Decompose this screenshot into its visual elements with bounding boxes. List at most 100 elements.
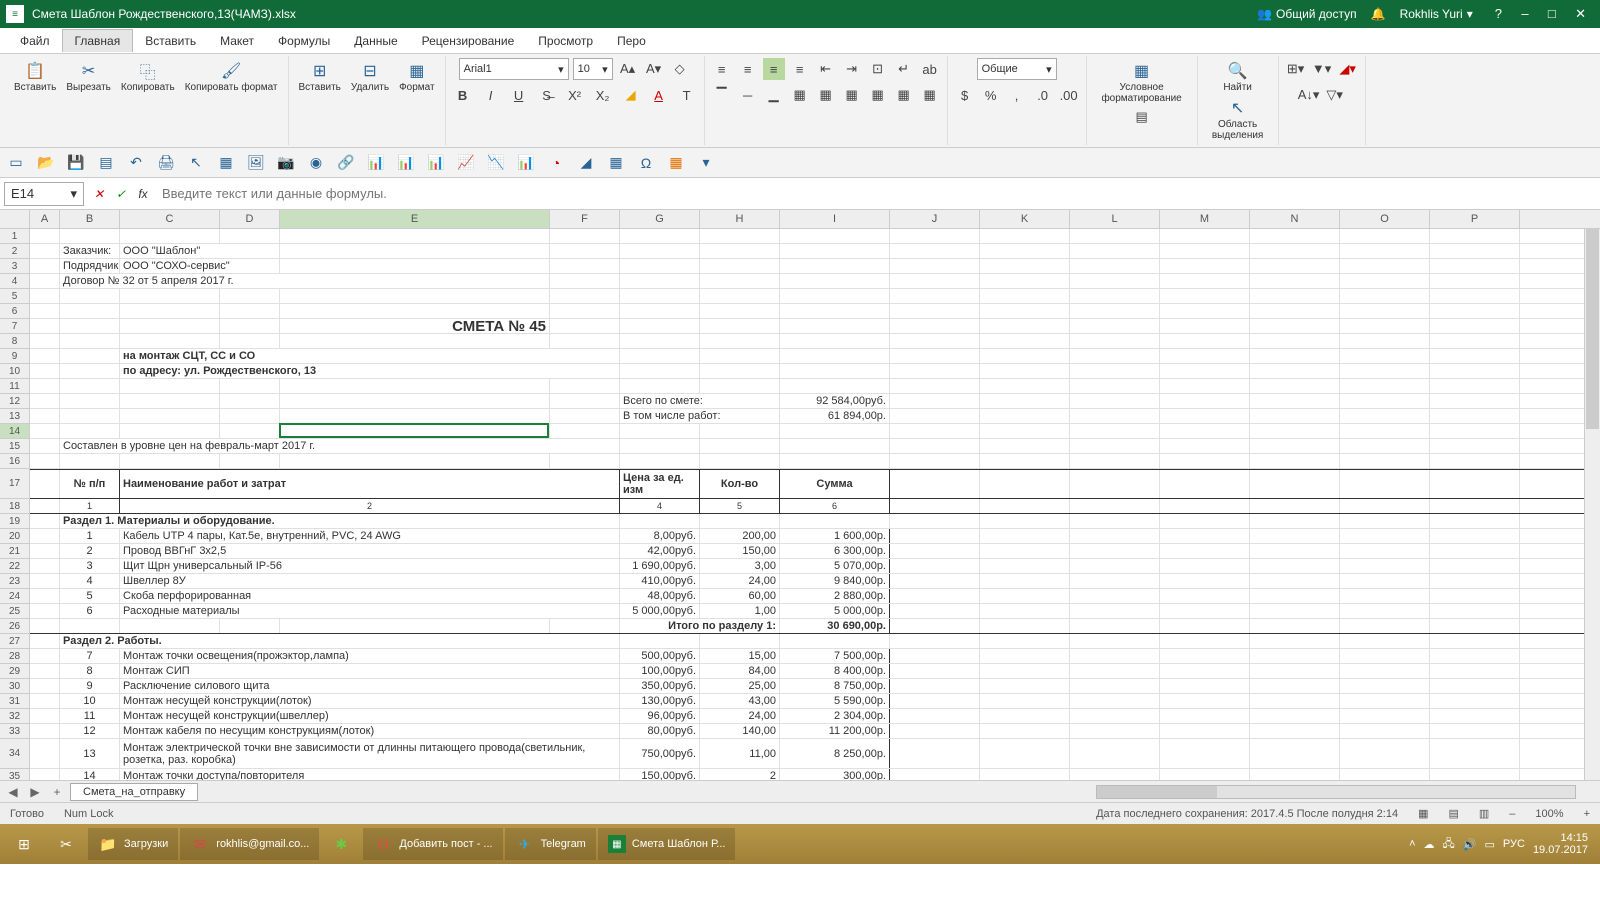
cell[interactable] <box>1160 634 1250 648</box>
chart6-icon[interactable]: 📊 <box>516 153 536 173</box>
cell[interactable] <box>890 769 980 780</box>
cell[interactable]: 2 <box>700 769 780 780</box>
cell[interactable] <box>1070 619 1160 633</box>
col-header-O[interactable]: O <box>1340 210 1430 228</box>
dec-decimal-button[interactable]: .00 <box>1058 84 1080 106</box>
cell[interactable] <box>1250 379 1340 393</box>
cell[interactable] <box>280 304 550 318</box>
cell[interactable] <box>1160 709 1250 723</box>
cell[interactable] <box>30 409 60 423</box>
cell[interactable] <box>550 289 620 303</box>
tray-battery-icon[interactable]: ▭ <box>1485 838 1495 851</box>
cell[interactable] <box>700 259 780 273</box>
cell[interactable] <box>980 244 1070 258</box>
row-header[interactable]: 16 <box>0 454 29 469</box>
menu-review[interactable]: Рецензирование <box>410 30 527 52</box>
cell[interactable]: на монтаж СЦТ, СС и СО <box>120 349 620 363</box>
cell[interactable] <box>1430 349 1520 363</box>
cell[interactable]: 11,00 <box>700 739 780 768</box>
delete-cells-button[interactable]: ⊟Удалить <box>347 58 393 95</box>
user-menu[interactable]: Rokhlis Yuri ▾ <box>1400 7 1473 21</box>
cell[interactable] <box>1160 244 1250 258</box>
cell[interactable] <box>1160 289 1250 303</box>
cell[interactable] <box>60 319 120 333</box>
border2-button[interactable]: ▦ <box>815 84 837 106</box>
cell[interactable] <box>780 454 890 468</box>
valign-mid-button[interactable]: ─ <box>737 84 759 106</box>
cell[interactable] <box>1250 589 1340 603</box>
cell[interactable] <box>1160 454 1250 468</box>
cell[interactable] <box>980 394 1070 408</box>
save-icon[interactable]: 💾 <box>66 153 86 173</box>
cell[interactable] <box>890 259 980 273</box>
col-header-C[interactable]: C <box>120 210 220 228</box>
cell[interactable] <box>30 244 60 258</box>
tray-lang[interactable]: РУС <box>1503 838 1525 850</box>
cell[interactable] <box>700 274 780 288</box>
cell[interactable] <box>1160 319 1250 333</box>
cell[interactable] <box>120 334 220 348</box>
cell[interactable] <box>1340 724 1430 738</box>
cell[interactable] <box>1340 769 1430 780</box>
cell[interactable] <box>980 619 1070 633</box>
row-header[interactable]: 32 <box>0 709 29 724</box>
cell[interactable]: 140,00 <box>700 724 780 738</box>
border6-button[interactable]: ▦ <box>919 84 941 106</box>
cell[interactable] <box>120 409 220 423</box>
cell[interactable] <box>620 364 700 378</box>
cell[interactable] <box>120 304 220 318</box>
cell[interactable] <box>620 439 700 453</box>
cell[interactable]: 7 <box>60 649 120 663</box>
cell[interactable] <box>280 394 550 408</box>
italic-button[interactable]: I <box>480 84 502 106</box>
cell[interactable]: 6 <box>780 499 890 513</box>
cell[interactable] <box>1070 349 1160 363</box>
cell[interactable] <box>1250 259 1340 273</box>
row-header[interactable]: 23 <box>0 574 29 589</box>
cell[interactable]: 12 <box>60 724 120 738</box>
cell[interactable] <box>30 274 60 288</box>
cell[interactable] <box>980 514 1070 528</box>
cell[interactable]: 13 <box>60 739 120 768</box>
tab-prev-icon[interactable]: ◀ <box>4 785 22 799</box>
zoom-out-icon[interactable]: – <box>1509 808 1515 820</box>
tray-network-icon[interactable]: 🖧 <box>1443 835 1455 854</box>
cell[interactable]: 6 <box>60 604 120 618</box>
cell[interactable] <box>1070 289 1160 303</box>
fx-icon[interactable]: fx <box>132 183 154 205</box>
cell[interactable]: 24,00 <box>700 574 780 588</box>
cell[interactable]: 150,00 <box>700 544 780 558</box>
cell[interactable] <box>1340 709 1430 723</box>
cell[interactable] <box>30 544 60 558</box>
cell[interactable] <box>980 574 1070 588</box>
align-center-button[interactable]: ≡ <box>737 58 759 80</box>
cell[interactable] <box>700 319 780 333</box>
cell[interactable] <box>1340 619 1430 633</box>
cell[interactable]: 5 590,00р. <box>780 694 890 708</box>
cell[interactable] <box>1250 574 1340 588</box>
cell[interactable] <box>1430 439 1520 453</box>
cell[interactable] <box>700 304 780 318</box>
chart5-icon[interactable]: 📉 <box>486 153 506 173</box>
cell[interactable] <box>980 349 1070 363</box>
cell[interactable]: 130,00руб. <box>620 694 700 708</box>
cell[interactable] <box>890 709 980 723</box>
sheet-tab[interactable]: Смета_на_отправку <box>70 783 198 801</box>
cell[interactable] <box>780 379 890 393</box>
cell[interactable] <box>980 334 1070 348</box>
col-header-N[interactable]: N <box>1250 210 1340 228</box>
cell[interactable] <box>890 409 980 423</box>
cell[interactable] <box>1340 514 1430 528</box>
cell[interactable] <box>980 379 1070 393</box>
cell[interactable] <box>1160 304 1250 318</box>
cell[interactable]: 5 000,00р. <box>780 604 890 618</box>
cell[interactable] <box>980 454 1070 468</box>
row-header[interactable]: 10 <box>0 364 29 379</box>
cell[interactable]: 60,00 <box>700 589 780 603</box>
cell[interactable] <box>890 454 980 468</box>
paste-button[interactable]: 📋Вставить <box>10 58 60 95</box>
cell[interactable] <box>980 649 1070 663</box>
menu-data[interactable]: Данные <box>342 30 409 52</box>
cell[interactable] <box>980 289 1070 303</box>
cell[interactable] <box>550 619 620 633</box>
